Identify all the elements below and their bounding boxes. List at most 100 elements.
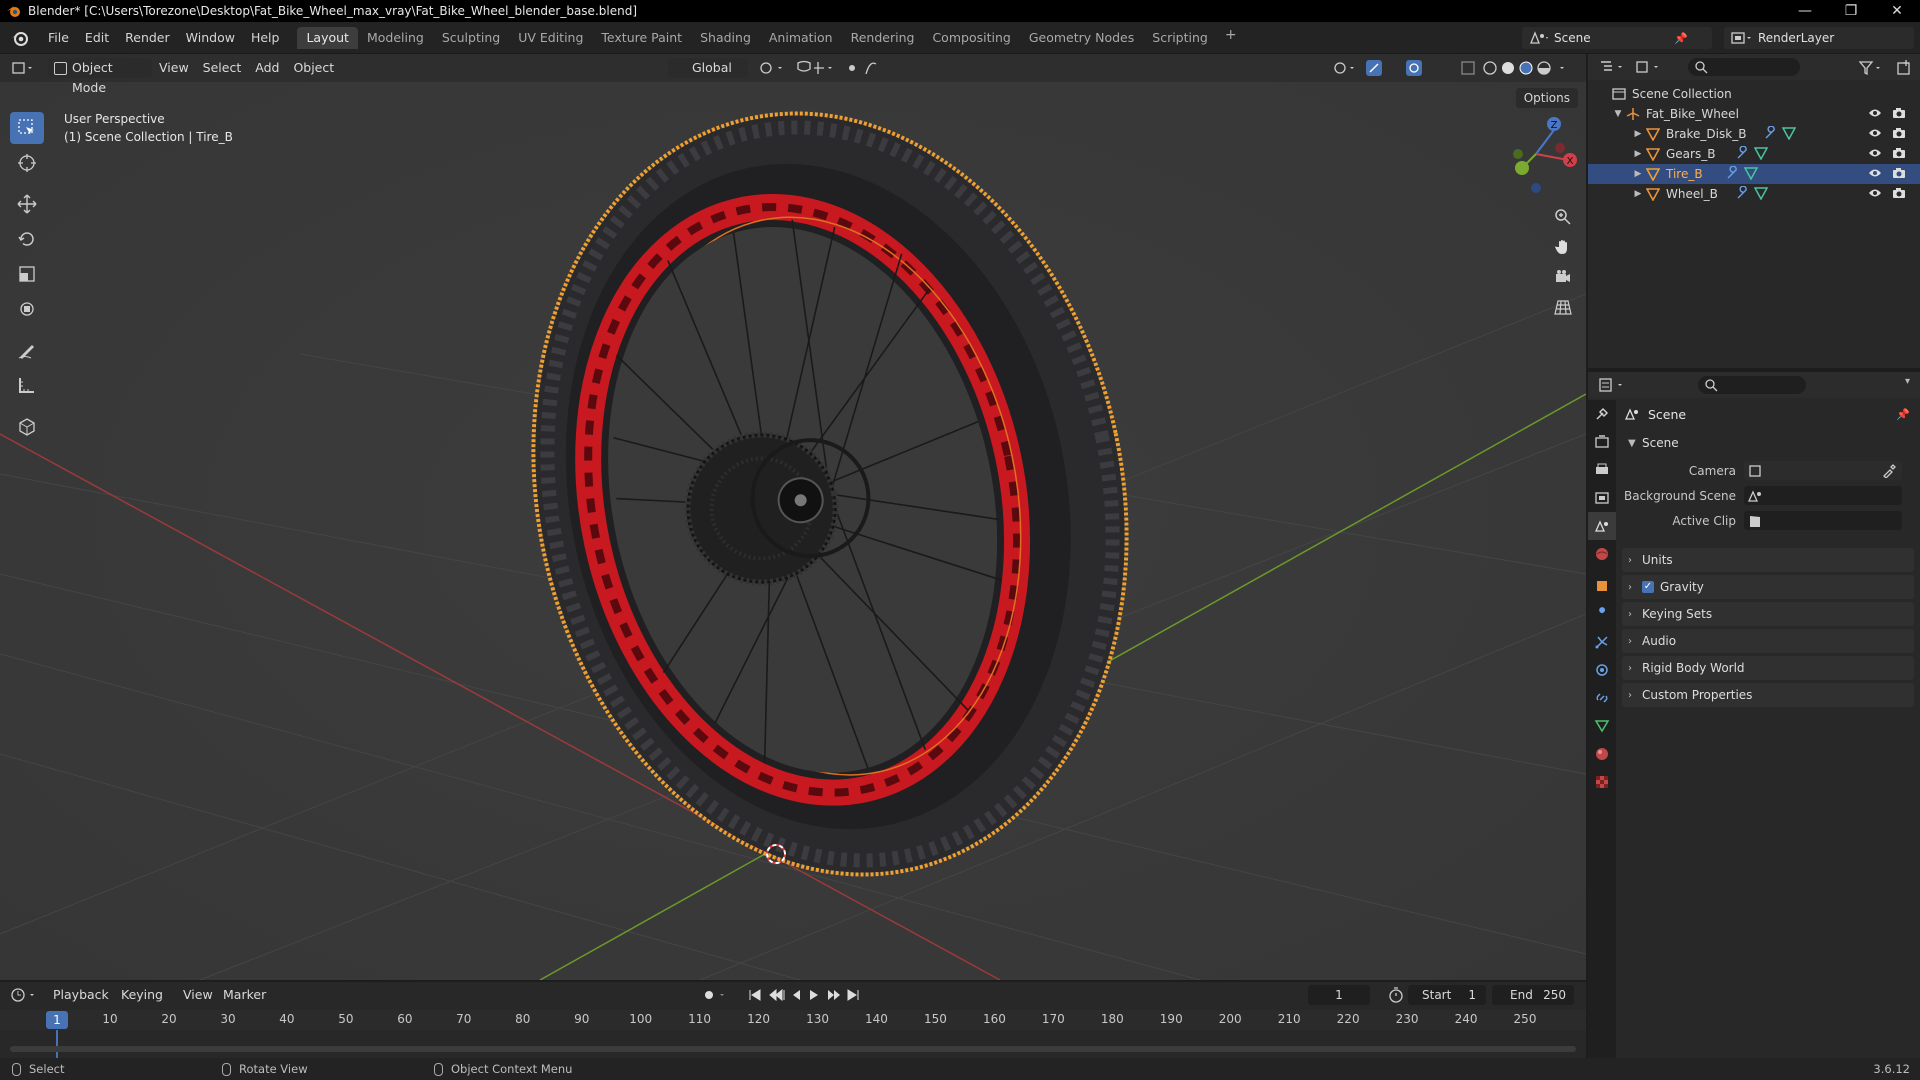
outliner-editor-icon[interactable]: [1598, 59, 1628, 75]
editor-type-icon[interactable]: [10, 59, 38, 80]
timeline-scrollbar[interactable]: [10, 1046, 1576, 1052]
gravity-checkbox[interactable]: ✓: [1642, 581, 1654, 593]
current-frame-marker[interactable]: 1: [46, 1011, 68, 1029]
menu-edit[interactable]: Edit: [77, 22, 117, 54]
add-cube-tool[interactable]: [10, 410, 44, 442]
modifier-wrench-icon[interactable]: [1726, 164, 1740, 183]
render-camera-icon[interactable]: [1892, 107, 1906, 122]
select-box-tool[interactable]: [10, 112, 44, 144]
tab-modifiers[interactable]: [1588, 600, 1616, 628]
tab-compositing[interactable]: Compositing: [923, 27, 1019, 49]
timeline-editor-icon[interactable]: [10, 987, 40, 1003]
modifier-wrench-icon[interactable]: [1736, 184, 1750, 203]
minimize-button[interactable]: —: [1782, 0, 1828, 22]
tab-physics[interactable]: [1588, 656, 1616, 684]
panel-gravity-header[interactable]: › ✓ Gravity: [1622, 575, 1914, 599]
renderlayer-selector[interactable]: RenderLayer: [1724, 27, 1914, 49]
panel-scene-header[interactable]: ▼ Scene: [1622, 431, 1914, 455]
tab-texture-paint[interactable]: Texture Paint: [592, 27, 691, 49]
tab-tool[interactable]: [1588, 400, 1616, 428]
tree-item-scene-collection[interactable]: Scene Collection: [1588, 84, 1920, 104]
end-frame-input[interactable]: End 250: [1492, 985, 1574, 1005]
properties-search-input[interactable]: [1698, 376, 1806, 394]
blender-menu-icon[interactable]: [10, 28, 30, 48]
tab-modeling[interactable]: Modeling: [358, 27, 433, 49]
stopwatch-icon[interactable]: [1388, 987, 1404, 1003]
tab-rendering[interactable]: Rendering: [842, 27, 924, 49]
background-scene-field[interactable]: [1744, 486, 1902, 505]
tree-item-fat-bike-wheel[interactable]: ▼ Fat_Bike_Wheel: [1588, 104, 1920, 124]
scale-tool[interactable]: [10, 258, 44, 290]
tab-constraints[interactable]: [1588, 684, 1616, 712]
tab-object[interactable]: [1588, 572, 1616, 600]
perspective-toggle-button[interactable]: [1550, 294, 1576, 320]
add-workspace-button[interactable]: +: [1217, 27, 1245, 49]
mesh-data-icon[interactable]: [1753, 186, 1769, 203]
eyedropper-icon[interactable]: [1882, 464, 1896, 478]
menu-window[interactable]: Window: [178, 22, 243, 54]
render-camera-icon[interactable]: [1892, 127, 1906, 142]
transform-orientation-select[interactable]: Global: [668, 58, 748, 78]
tab-shading[interactable]: Shading: [691, 27, 760, 49]
close-button[interactable]: ✕: [1874, 0, 1920, 22]
visibility-eye-icon[interactable]: [1868, 167, 1882, 181]
scene-selector[interactable]: Scene 📌: [1522, 27, 1712, 49]
menu-file[interactable]: File: [40, 22, 77, 54]
visibility-eye-icon[interactable]: [1868, 187, 1882, 201]
tree-item-brake-disk-b[interactable]: ▶ Brake_Disk_B: [1588, 124, 1920, 144]
expand-arrow-icon[interactable]: ▶: [1632, 149, 1644, 159]
pan-button[interactable]: [1550, 234, 1576, 260]
tab-data[interactable]: [1588, 712, 1616, 740]
render-camera-icon[interactable]: [1892, 187, 1906, 202]
tab-uv-editing[interactable]: UV Editing: [509, 27, 592, 49]
move-tool[interactable]: [10, 188, 44, 220]
start-frame-input[interactable]: Start 1: [1408, 985, 1486, 1005]
navigation-gizmo[interactable]: Z X: [1496, 110, 1580, 194]
transform-tool[interactable]: [10, 293, 44, 325]
cursor-tool[interactable]: [10, 147, 44, 179]
marker-menu[interactable]: Marker: [216, 985, 273, 1005]
tab-layout[interactable]: Layout: [297, 26, 358, 49]
3d-viewport[interactable]: Object Mode View Select Add Object Globa…: [0, 54, 1586, 980]
tab-output[interactable]: [1588, 456, 1616, 484]
active-clip-field[interactable]: [1744, 511, 1902, 530]
camera-view-button[interactable]: [1550, 264, 1576, 290]
annotate-tool[interactable]: [10, 334, 44, 366]
snapping-tools[interactable]: [756, 58, 886, 78]
visibility-eye-icon[interactable]: [1868, 147, 1882, 161]
viewport-menu-select[interactable]: Select: [196, 58, 249, 78]
tab-scene[interactable]: [1588, 512, 1616, 540]
playback-controls[interactable]: [700, 987, 870, 1003]
tab-render[interactable]: [1588, 428, 1616, 456]
tab-texture[interactable]: [1588, 768, 1616, 796]
tab-animation[interactable]: Animation: [760, 27, 842, 49]
panel-rigid-body-world-header[interactable]: › Rigid Body World: [1622, 656, 1914, 680]
playback-menu[interactable]: Playback: [46, 985, 116, 1005]
measure-tool[interactable]: [10, 369, 44, 401]
chevron-down-icon[interactable]: ▾: [1905, 376, 1910, 387]
expand-arrow-icon[interactable]: ▶: [1632, 169, 1644, 179]
panel-custom-properties-header[interactable]: › Custom Properties: [1622, 683, 1914, 707]
expand-arrow-icon[interactable]: ▼: [1612, 109, 1624, 119]
rotate-tool[interactable]: [10, 223, 44, 255]
filter-icon[interactable]: [1858, 60, 1886, 76]
tab-view-layer[interactable]: [1588, 484, 1616, 512]
object-mode-select[interactable]: Object Mode: [48, 58, 152, 95]
tab-world[interactable]: [1588, 540, 1616, 568]
zoom-button[interactable]: [1550, 204, 1576, 230]
modifier-wrench-icon[interactable]: [1736, 144, 1750, 163]
menu-help[interactable]: Help: [243, 22, 288, 54]
camera-field[interactable]: [1744, 461, 1902, 480]
timeline-view-menu[interactable]: View: [176, 985, 220, 1005]
viewport-shading-tools[interactable]: [1330, 58, 1580, 78]
render-camera-icon[interactable]: [1892, 167, 1906, 182]
modifier-wrench-icon[interactable]: [1764, 124, 1778, 143]
timeline-ruler[interactable]: 1 10 20 30 40 50 60 70 80 90 100 110 120 130 140 150 160…: [0, 1010, 1586, 1030]
mesh-data-icon[interactable]: [1753, 146, 1769, 163]
tree-item-wheel-b[interactable]: ▶ Wheel_B: [1588, 184, 1920, 204]
tree-item-tire-b[interactable]: ▶ Tire_B: [1588, 164, 1920, 184]
tab-scripting[interactable]: Scripting: [1143, 27, 1217, 49]
tab-geometry-nodes[interactable]: Geometry Nodes: [1020, 27, 1143, 49]
maximize-button[interactable]: ❐: [1828, 0, 1874, 22]
pin-icon[interactable]: 📌: [1896, 408, 1910, 421]
